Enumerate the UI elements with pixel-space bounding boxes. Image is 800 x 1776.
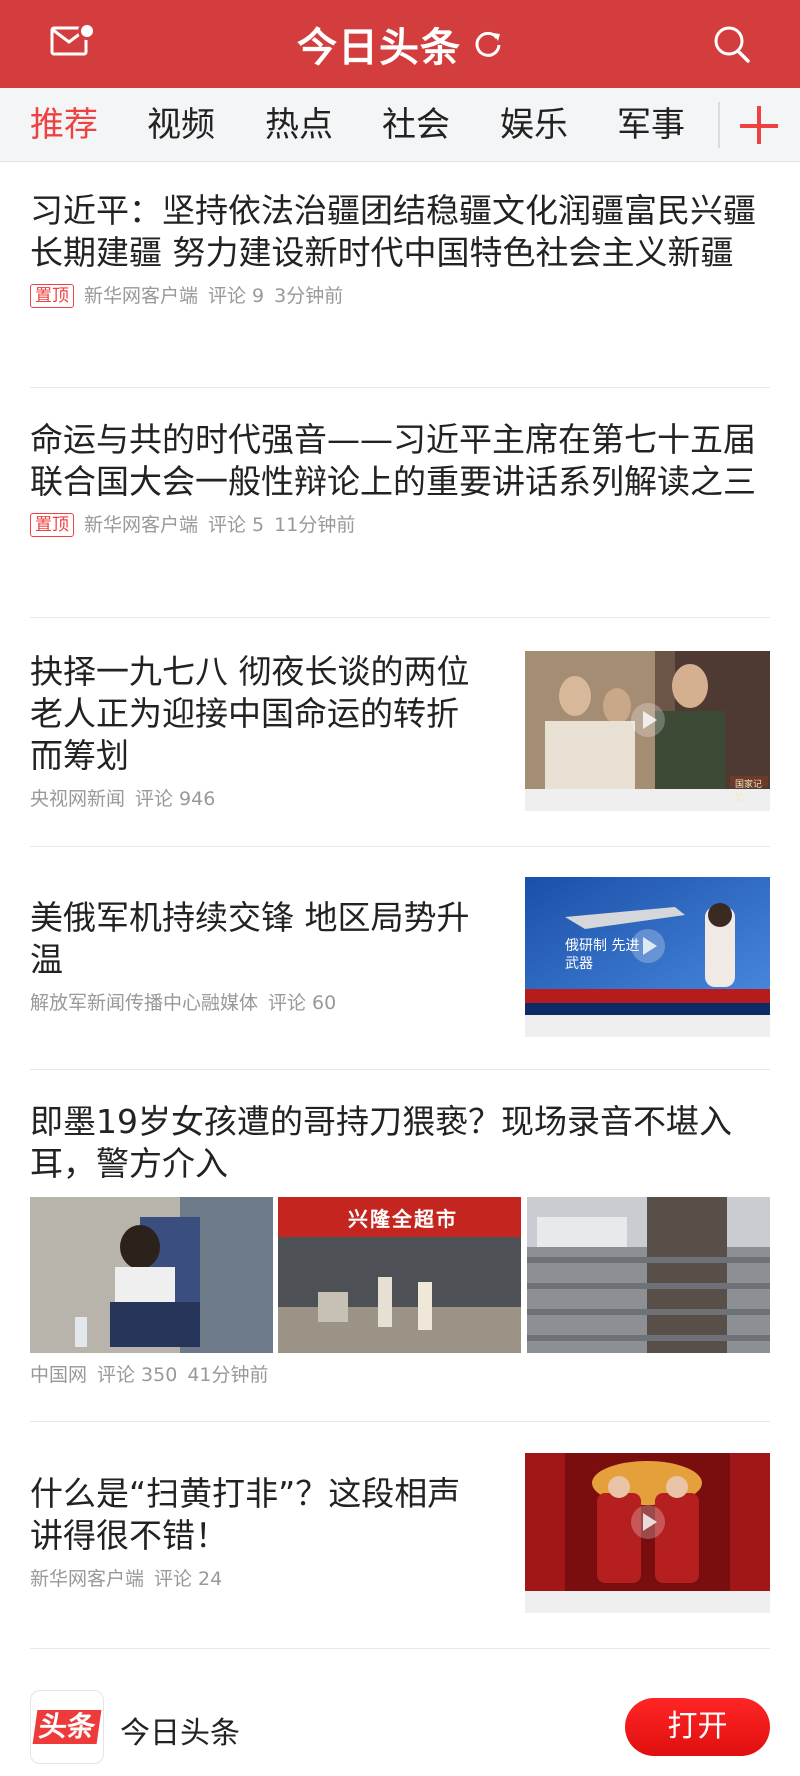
tab-entertainment[interactable]: 娱乐 [500,88,568,162]
search-icon[interactable] [712,24,752,64]
publish-time: 3分钟前 [274,285,344,307]
article-image[interactable] [30,1197,273,1353]
article-meta: 中国网 评论 350 41分钟前 [30,1361,770,1389]
divider [30,1069,770,1070]
app-icon[interactable]: 头条 [30,1690,104,1764]
article-title: 即墨19岁女孩遭的哥持刀猥亵？现场录音不堪入耳，警方介入 [30,1102,732,1183]
add-channel-icon[interactable] [740,106,780,146]
article-source: 解放军新闻传播中心融媒体 [30,992,259,1014]
play-icon [631,703,665,737]
article-item[interactable]: 即墨19岁女孩遭的哥持刀猥亵？现场录音不堪入耳，警方介入 兴隆全超市 中国网 评… [30,1101,770,1389]
article-title: 什么是“扫黄打非”？这段相声讲得很不错！ [30,1474,461,1555]
article-item[interactable]: 抉择一九七八 彻夜长谈的两位老人正为迎接中国命运的转折而筹划 央视网新闻 评论 9… [30,651,770,813]
tab-video[interactable]: 视频 [147,88,215,162]
video-thumbnail[interactable]: 俄研制 先进武器 [525,877,770,1037]
image-triplet: 兴隆全超市 [30,1197,770,1353]
article-source: 中国网 [30,1364,88,1386]
open-app-banner: 头条 今日头条 打开 [0,1690,800,1776]
article-title: 命运与共的时代强音——习近平主席在第七十五届联合国大会一般性辩论上的重要讲话系列… [30,420,756,501]
tab-military[interactable]: 军事 [617,88,685,162]
article-item[interactable]: 习近平：坚持依法治疆团结稳疆文化润疆富民兴疆长期建疆 努力建设新时代中国特色社会… [30,190,770,310]
article-source: 新华网客户端 [84,285,199,307]
logo-text: 今日头条 [297,25,461,71]
publish-time: 41分钟前 [187,1364,269,1386]
article-image[interactable] [527,1197,770,1353]
video-thumbnail[interactable]: 国家记忆 [525,651,770,811]
article-meta: 置顶 新华网客户端 评论 5 11分钟前 [30,511,770,539]
comment-count: 评论 946 [135,788,216,810]
divider [30,846,770,847]
tabs-fade [700,96,730,154]
tab-society[interactable]: 社会 [382,88,450,162]
divider [30,617,770,618]
image-sign-text: 兴隆全超市 [348,1207,458,1231]
comment-count: 评论 350 [97,1364,178,1386]
comment-count: 评论 9 [208,285,265,307]
open-app-button[interactable]: 打开 [625,1698,770,1756]
video-thumbnail[interactable] [525,1453,770,1613]
comment-count: 评论 60 [268,992,337,1014]
article-title: 习近平：坚持依法治疆团结稳疆文化润疆富民兴疆长期建疆 努力建设新时代中国特色社会… [30,191,756,272]
app-icon-text: 头条 [32,1710,102,1744]
tabs-divider [718,102,720,148]
article-meta: 置顶 新华网客户端 评论 9 3分钟前 [30,282,770,310]
tab-hot[interactable]: 热点 [265,88,333,162]
article-item[interactable]: 命运与共的时代强音——习近平主席在第七十五届联合国大会一般性辩论上的重要讲话系列… [30,419,770,539]
article-title: 抉择一九七八 彻夜长谈的两位老人正为迎接中国命运的转折而筹划 [30,652,470,775]
pinned-badge: 置顶 [30,513,74,537]
comment-count: 评论 24 [154,1568,223,1590]
divider [30,1648,770,1649]
article-source: 新华网客户端 [84,514,199,536]
app-name: 今日头条 [120,1716,240,1751]
article-item[interactable]: 美俄军机持续交锋 地区局势升温 解放军新闻传播中心融媒体 评论 60 俄研制 先进… [30,877,770,1037]
comment-count: 评论 5 [208,514,265,536]
refresh-icon[interactable] [473,29,503,59]
article-item[interactable]: 什么是“扫黄打非”？这段相声讲得很不错！ 新华网客户端 评论 24 [30,1453,770,1613]
play-icon [631,929,665,963]
article-source: 新华网客户端 [30,1568,145,1590]
top-header: 今日头条 [0,0,800,88]
pinned-badge: 置顶 [30,284,74,308]
tab-recommend[interactable]: 推荐 [30,88,98,162]
divider [30,1421,770,1422]
channel-tabs: 推荐 视频 热点 社会 娱乐 军事 [0,88,800,162]
article-source: 央视网新闻 [30,788,126,810]
app-logo: 今日头条 [0,0,800,88]
publish-time: 11分钟前 [274,514,356,536]
article-title: 美俄军机持续交锋 地区局势升温 [30,898,470,979]
thumbnail-caption: 国家记忆 [735,780,763,803]
divider [30,387,770,388]
play-icon [631,1505,665,1539]
